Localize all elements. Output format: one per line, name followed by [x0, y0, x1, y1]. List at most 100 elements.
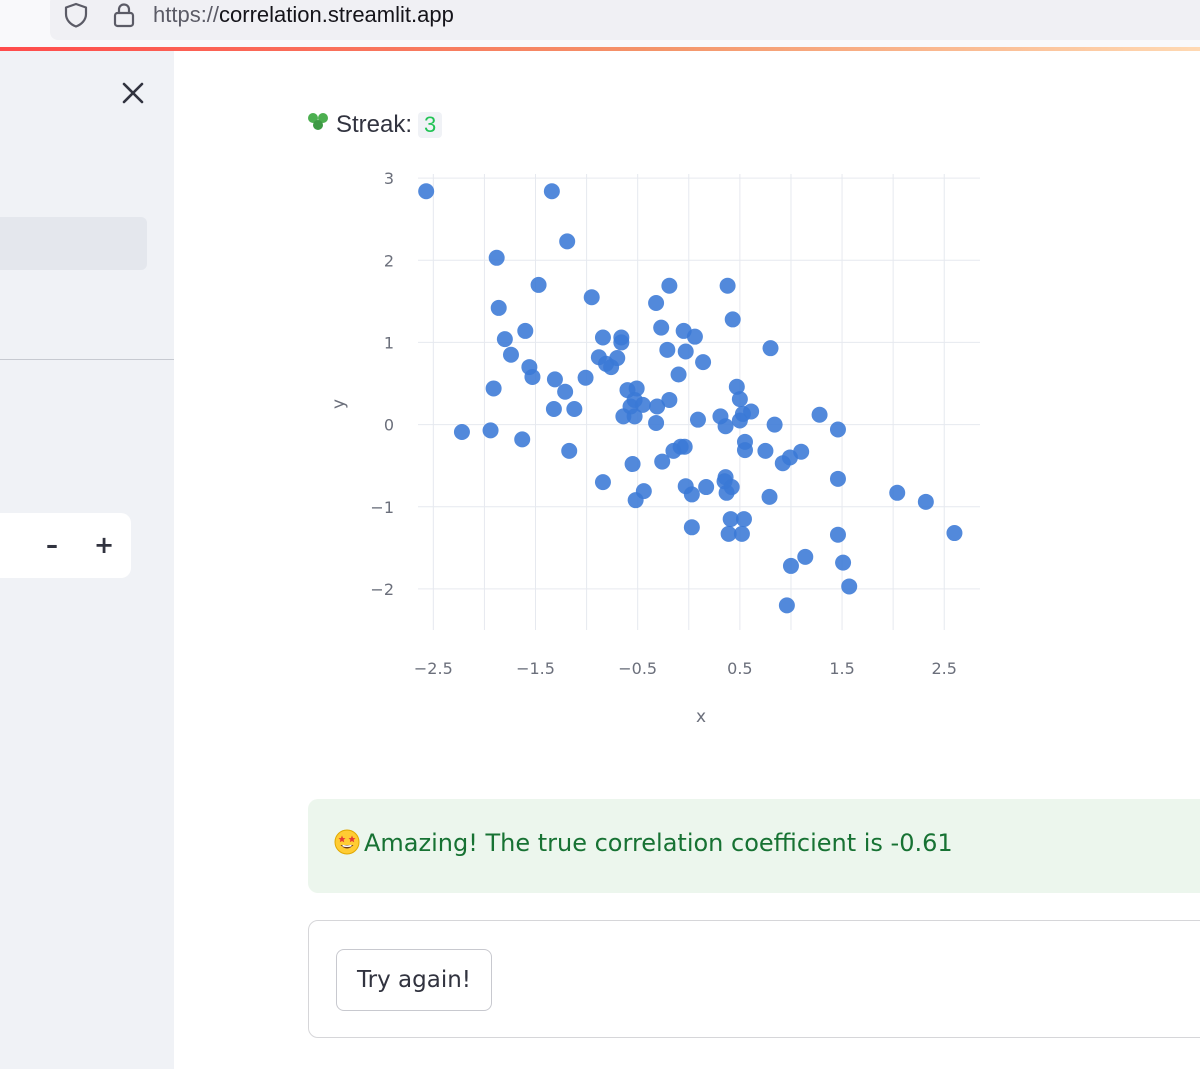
- try-again-button[interactable]: Try again!: [336, 949, 493, 1011]
- data-point: [811, 406, 828, 423]
- x-tick-label: 0.5: [727, 659, 752, 678]
- y-axis-title: y: [329, 399, 349, 409]
- data-point: [670, 366, 687, 383]
- y-tick-label: 0: [384, 416, 394, 435]
- data-point: [677, 343, 694, 360]
- data-point: [488, 249, 505, 266]
- x-axis-title: x: [696, 707, 706, 727]
- data-point: [545, 400, 562, 417]
- data-point: [762, 340, 779, 357]
- data-point: [453, 423, 470, 440]
- number-input-stepper: – +: [0, 513, 131, 578]
- data-point: [757, 442, 774, 459]
- data-point: [793, 443, 810, 460]
- star-struck-emoji-icon: [334, 829, 360, 855]
- data-point: [766, 416, 783, 433]
- data-point: [594, 474, 611, 491]
- try-again-form: Try again!: [308, 920, 1200, 1038]
- data-point: [829, 470, 846, 487]
- data-point: [695, 354, 712, 371]
- data-point: [736, 442, 753, 459]
- data-point: [561, 442, 578, 459]
- data-point: [661, 277, 678, 294]
- data-point: [761, 488, 778, 505]
- close-icon[interactable]: [121, 81, 145, 105]
- scatter-chart[interactable]: −2.5 −1.5 −0.5 0.5 1.5 2.5 3 2 1 0 −1 −2 x y: [300, 160, 1000, 750]
- data-point: [482, 422, 499, 439]
- data-point: [648, 294, 665, 311]
- data-point: [731, 391, 748, 408]
- sidebar-select-field[interactable]: [0, 217, 147, 270]
- data-point: [917, 493, 934, 510]
- data-point: [530, 276, 547, 293]
- sidebar-divider: [0, 359, 174, 360]
- data-point: [613, 334, 630, 351]
- x-tick-label: −2.5: [414, 659, 453, 678]
- y-tick-label: 3: [384, 169, 394, 188]
- data-point: [485, 380, 502, 397]
- streak-header: Streak: 3: [306, 102, 466, 142]
- data-point: [594, 329, 611, 346]
- success-alert: Amazing! The true correlation coefficien…: [308, 799, 1200, 893]
- data-point: [559, 233, 576, 250]
- url-text[interactable]: https://correlation.streamlit.app: [153, 1, 454, 29]
- browser-toolbar: https://correlation.streamlit.app: [0, 0, 1200, 48]
- data-point: [835, 554, 852, 571]
- lock-icon[interactable]: [111, 1, 137, 29]
- data-point: [566, 400, 583, 417]
- data-point: [735, 511, 752, 528]
- url-scheme: https://: [153, 2, 220, 27]
- success-message-text: Amazing! The true correlation coefficien…: [364, 829, 953, 857]
- data-point: [661, 391, 678, 408]
- data-point: [665, 442, 682, 459]
- data-point: [502, 346, 519, 363]
- data-point: [841, 578, 858, 595]
- data-point: [724, 311, 741, 328]
- x-tick-label: 1.5: [829, 659, 854, 678]
- x-tick-label: −0.5: [618, 659, 657, 678]
- success-message: Amazing! The true correlation coefficien…: [334, 829, 953, 857]
- data-point: [717, 418, 734, 435]
- data-point: [635, 483, 652, 500]
- data-point: [624, 456, 641, 473]
- data-point: [686, 328, 703, 345]
- streak-label: Streak:: [336, 111, 413, 138]
- data-point: [577, 369, 594, 386]
- data-point: [719, 277, 736, 294]
- data-point: [524, 368, 541, 385]
- x-tick-label: 2.5: [932, 659, 957, 678]
- data-point: [683, 486, 700, 503]
- data-point: [698, 479, 715, 496]
- data-point: [546, 371, 563, 388]
- data-point: [583, 289, 600, 306]
- data-point: [557, 383, 574, 400]
- data-point: [659, 341, 676, 358]
- data-point: [889, 484, 906, 501]
- data-point: [514, 431, 531, 448]
- data-point: [689, 411, 706, 428]
- data-point: [946, 525, 963, 542]
- page-loading-bar: [0, 47, 1200, 51]
- x-tick-label: −1.5: [516, 659, 555, 678]
- decrement-button[interactable]: –: [34, 527, 70, 563]
- data-point: [718, 484, 735, 501]
- shield-icon[interactable]: [62, 1, 90, 29]
- data-point: [418, 183, 435, 200]
- increment-button[interactable]: +: [86, 527, 122, 563]
- data-point: [797, 548, 814, 565]
- data-point: [496, 331, 513, 348]
- data-point: [653, 319, 670, 336]
- data-point: [774, 455, 791, 472]
- data-point: [626, 408, 643, 425]
- streak-value: 3: [418, 112, 443, 138]
- data-point: [743, 403, 760, 420]
- url-host: correlation.streamlit.app: [219, 2, 454, 27]
- data-point: [829, 421, 846, 438]
- y-tick-label: 1: [384, 333, 394, 352]
- y-tick-label: 2: [384, 251, 394, 270]
- sidebar: – +: [0, 51, 174, 1069]
- clover-icon: [308, 113, 328, 130]
- y-tick-label: −2: [370, 580, 394, 599]
- data-point: [543, 183, 560, 200]
- data-point: [609, 350, 626, 367]
